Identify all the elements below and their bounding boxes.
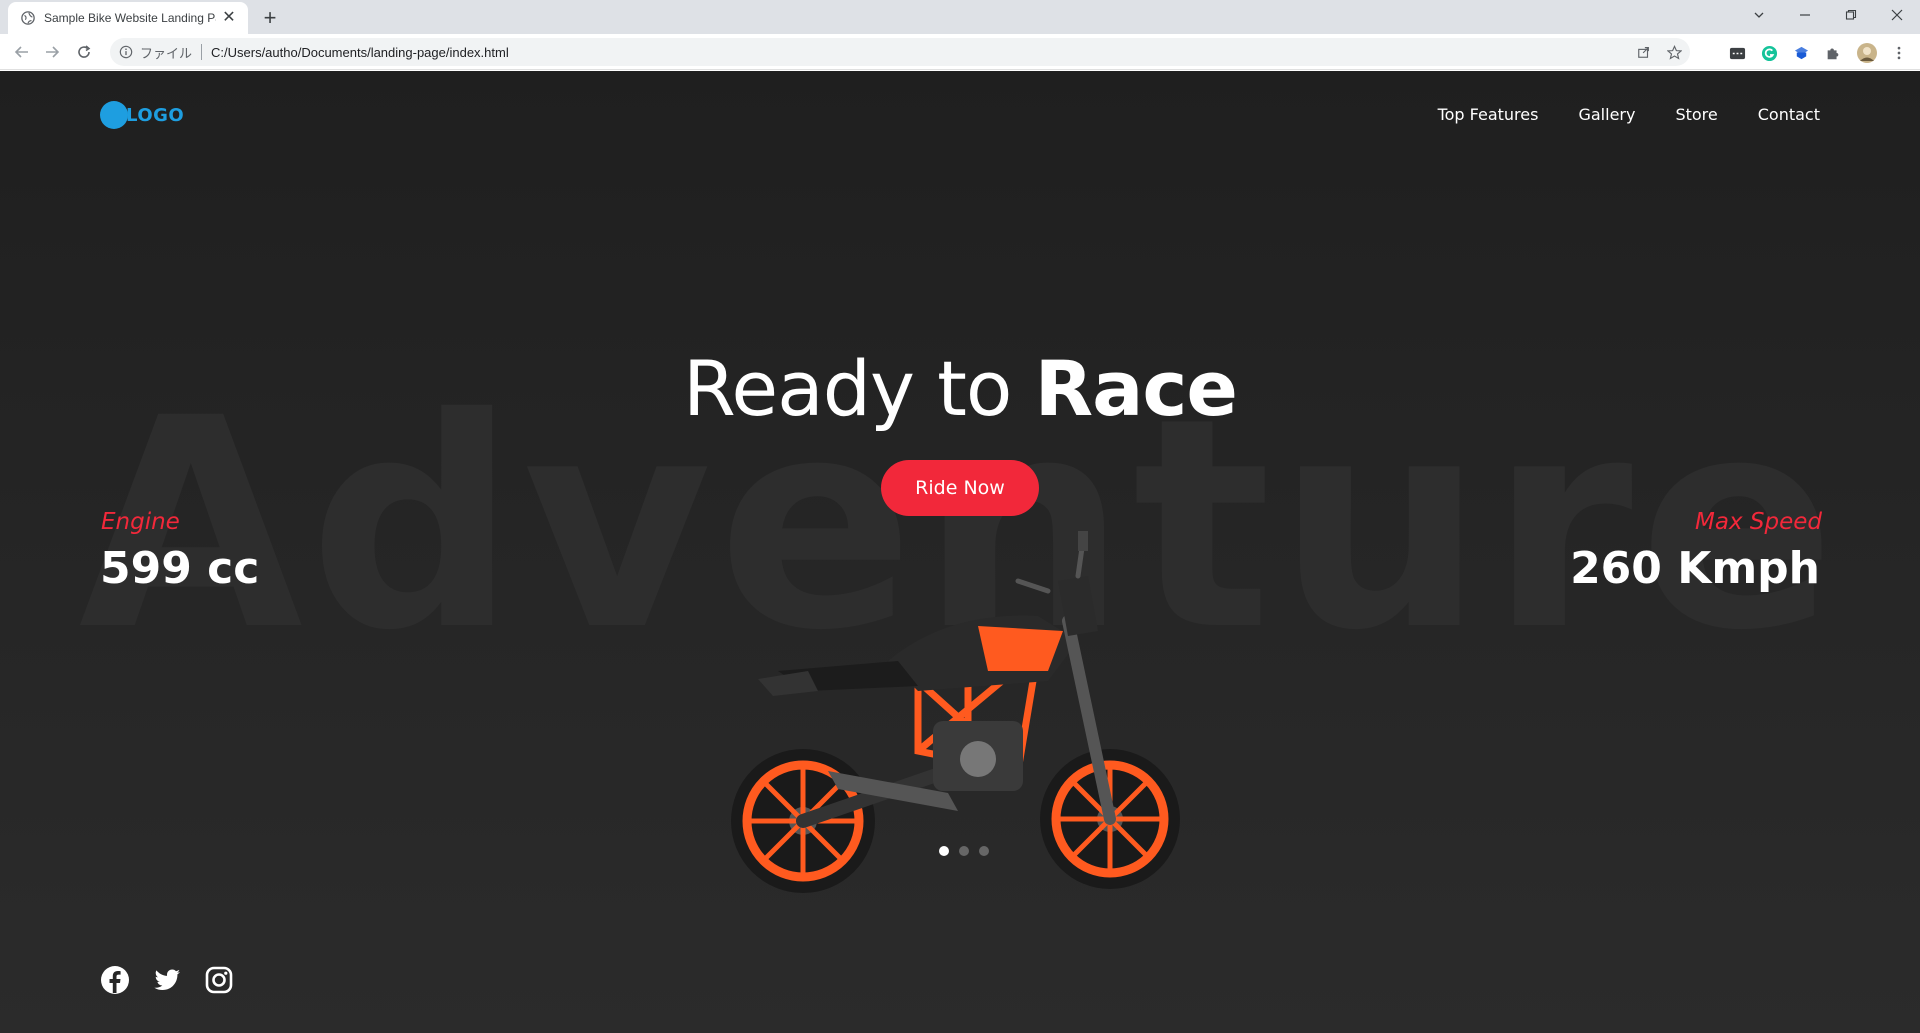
tab-search-icon[interactable] [1736,0,1782,30]
carousel-dot-1[interactable] [939,846,949,856]
carousel-indicators [939,846,989,856]
site-logo[interactable]: LOGO [100,101,184,129]
twitter-icon[interactable] [152,965,182,995]
restore-icon[interactable] [1828,0,1874,30]
headline-bold: Race [1034,344,1238,433]
url-text[interactable]: C:/Users/autho/Documents/landing-page/in… [211,45,509,60]
logo-circle-icon [100,101,128,129]
new-tab-icon[interactable]: + [258,5,282,30]
headline-light: Ready to [683,344,1035,433]
browser-toolbar: ファイル C:/Users/autho/Documents/landing-pa… [0,34,1920,70]
grammarly-icon[interactable] [1760,44,1778,62]
divider [201,44,203,60]
close-tab-icon[interactable]: ✕ [220,9,238,27]
max-speed-label: Max Speed [1695,509,1822,535]
bookmark-star-icon[interactable] [1666,44,1682,60]
globe-icon [20,10,36,26]
facebook-icon[interactable] [100,965,130,995]
puzzle-icon[interactable] [1824,44,1842,62]
hero-headline: Ready to Race [0,351,1920,427]
reload-icon[interactable] [72,40,96,64]
nav-gallery[interactable]: Gallery [1578,105,1635,124]
more-menu-icon[interactable] [1890,44,1908,62]
browser-tab[interactable]: Sample Bike Website Landing Pa ✕ [8,2,248,34]
logo-text: LOGO [126,104,185,126]
forward-icon[interactable] [40,40,64,64]
landing-page: Adventure LOGO Top Features Gallery Stor… [0,71,1920,1033]
browser-tab-strip: Sample Bike Website Landing Pa ✕ + [0,0,1920,34]
close-window-icon[interactable] [1874,0,1920,30]
max-speed-value: 260 Kmph [1570,543,1820,594]
address-bar[interactable]: ファイル C:/Users/autho/Documents/landing-pa… [110,38,1690,66]
scheme-label: ファイル [140,45,193,61]
carousel-dot-3[interactable] [979,846,989,856]
extension-dark-icon[interactable] [1728,44,1746,62]
ride-now-button[interactable]: Ride Now [881,460,1039,516]
instagram-icon[interactable] [204,965,234,995]
motorcycle-image [731,531,1180,893]
nav-store[interactable]: Store [1675,105,1717,124]
share-icon[interactable] [1636,44,1652,60]
nav-top-features[interactable]: Top Features [1438,105,1539,124]
avatar[interactable] [1856,42,1878,64]
back-icon[interactable] [10,40,34,64]
minimize-icon[interactable] [1782,0,1828,30]
engine-value: 599 cc [100,543,260,594]
tab-title: Sample Bike Website Landing Pa [44,11,216,25]
carousel-dot-2[interactable] [959,846,969,856]
social-links [100,965,234,995]
nav-contact[interactable]: Contact [1758,105,1820,124]
extension-blue-icon[interactable] [1792,44,1810,62]
info-icon[interactable] [118,44,134,60]
main-navigation: Top Features Gallery Store Contact [1438,105,1820,124]
engine-label: Engine [101,509,180,535]
